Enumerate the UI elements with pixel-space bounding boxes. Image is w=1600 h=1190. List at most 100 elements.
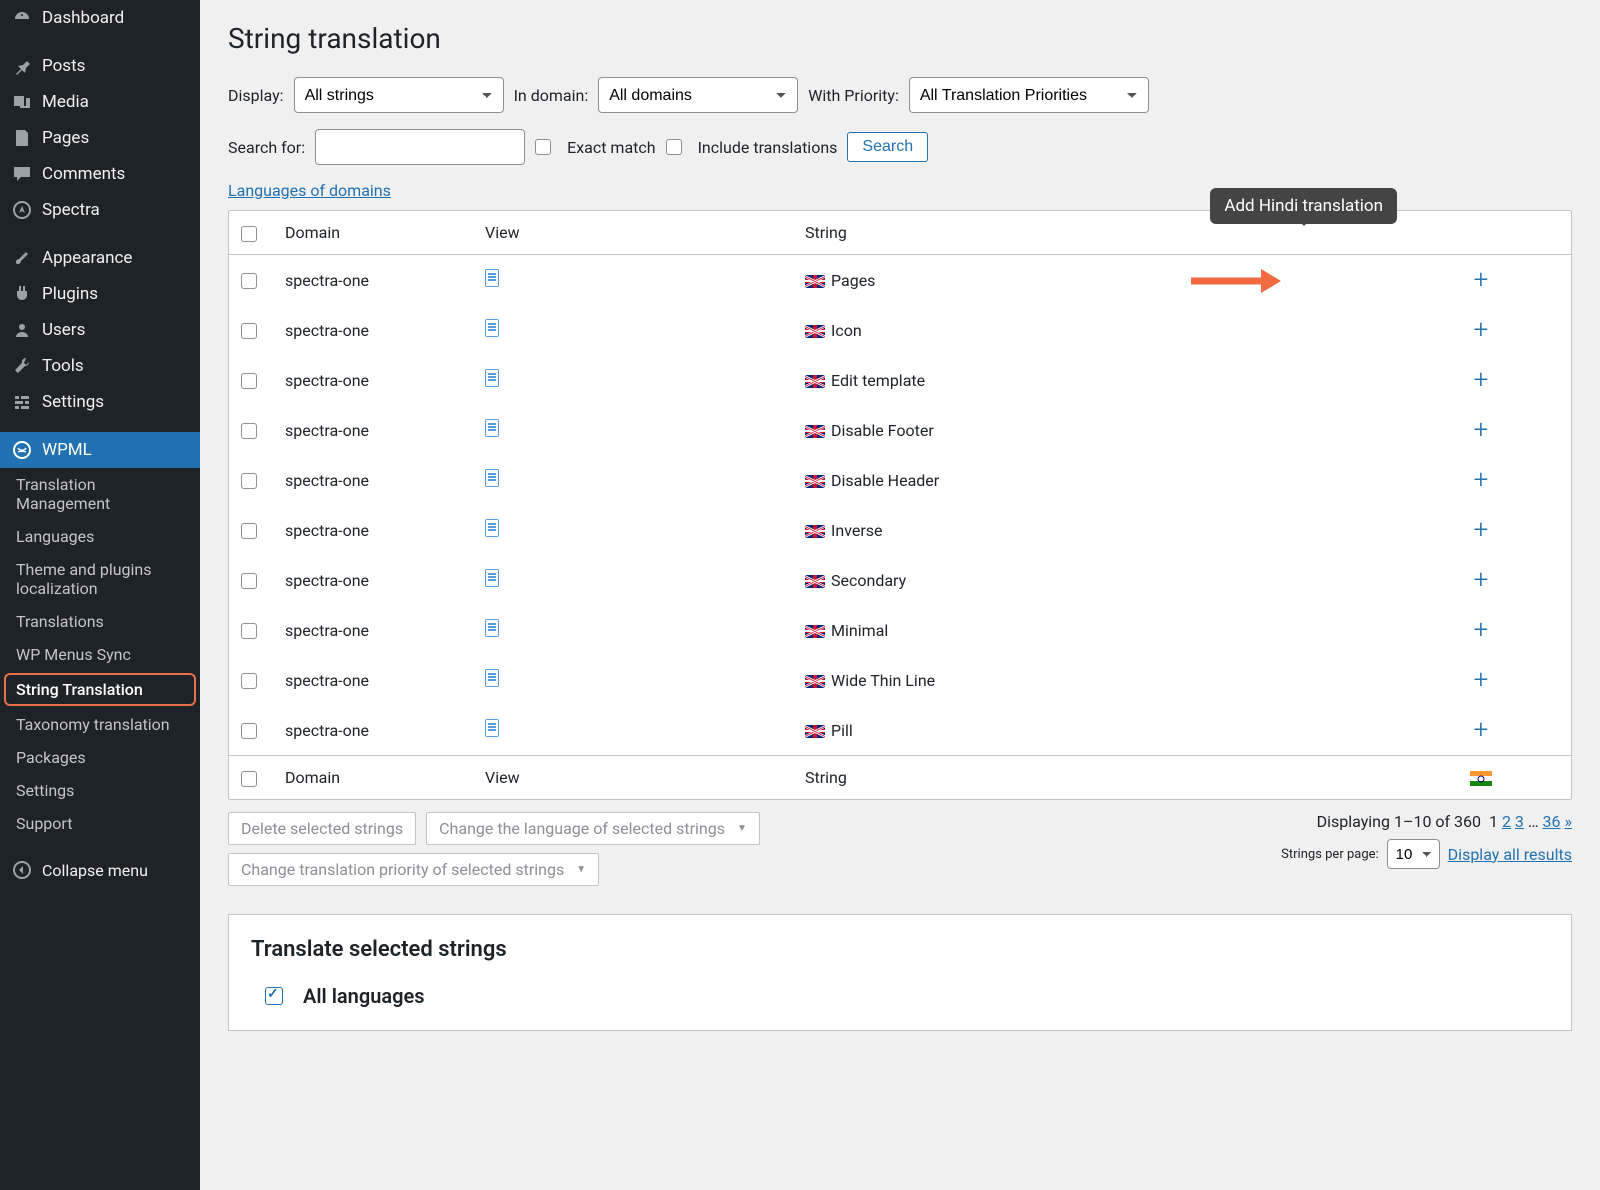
sidebar-item-label: Users: [42, 320, 85, 340]
sidebar-item-label: Collapse menu: [42, 861, 148, 880]
row-domain: spectra-one: [275, 255, 475, 306]
change-priority-select[interactable]: Change translation priority of selected …: [228, 853, 599, 886]
display-label: Display:: [228, 86, 284, 105]
pager-page-link[interactable]: 3: [1515, 812, 1524, 831]
view-doc-icon[interactable]: [485, 269, 499, 287]
sidebar-collapse[interactable]: Collapse menu: [0, 852, 200, 888]
row-string: Wide Thin Line: [795, 655, 1391, 705]
globe-icon: [12, 440, 32, 460]
pager-page-link[interactable]: »: [1565, 812, 1573, 831]
sidebar-subitem-settings[interactable]: Settings: [0, 774, 200, 807]
add-translation-button[interactable]: +: [1474, 667, 1489, 693]
sidebar-subitem-taxonomy-translation[interactable]: Taxonomy translation: [0, 708, 200, 741]
view-doc-icon[interactable]: [485, 319, 499, 337]
table-row: spectra-oneDisable Footer+: [229, 405, 1571, 455]
sidebar-item-label: Spectra: [42, 200, 100, 220]
sidebar-item-media[interactable]: Media: [0, 84, 200, 120]
languages-of-domains-link[interactable]: Languages of domains: [228, 181, 391, 200]
add-translation-button[interactable]: +: [1474, 617, 1489, 643]
view-doc-icon[interactable]: [485, 719, 499, 737]
exact-match-checkbox[interactable]: [535, 139, 551, 155]
row-checkbox[interactable]: [241, 573, 257, 589]
sidebar-subitem-translation-management[interactable]: Translation Management: [0, 468, 200, 520]
view-doc-icon[interactable]: [485, 569, 499, 587]
settings-icon: [12, 392, 32, 412]
col-view-footer[interactable]: View: [475, 756, 795, 800]
sidebar-subitem-translations[interactable]: Translations: [0, 605, 200, 638]
pager-page-link[interactable]: 36: [1543, 812, 1561, 831]
row-domain: spectra-one: [275, 405, 475, 455]
media-icon: [12, 92, 32, 112]
row-checkbox[interactable]: [241, 423, 257, 439]
table-row: spectra-onePill+: [229, 705, 1571, 756]
sidebar-subitem-theme-and-plugins-localization[interactable]: Theme and plugins localization: [0, 553, 200, 605]
view-doc-icon[interactable]: [485, 469, 499, 487]
row-checkbox[interactable]: [241, 323, 257, 339]
row-checkbox[interactable]: [241, 523, 257, 539]
display-all-link[interactable]: Display all results: [1448, 845, 1572, 864]
include-translations-checkbox[interactable]: [666, 139, 682, 155]
sidebar-item-settings[interactable]: Settings: [0, 384, 200, 420]
add-translation-button[interactable]: +: [1474, 367, 1489, 393]
add-translation-button[interactable]: +: [1474, 317, 1489, 343]
row-checkbox[interactable]: [241, 373, 257, 389]
add-translation-button[interactable]: +: [1474, 717, 1489, 743]
filter-row-1: Display: All strings In domain: All doma…: [228, 77, 1572, 113]
pager-page-link[interactable]: 2: [1502, 812, 1511, 831]
flag-uk-icon: [805, 525, 825, 538]
all-languages-checkbox[interactable]: [265, 987, 283, 1005]
per-page-select[interactable]: 10: [1387, 839, 1440, 869]
view-doc-icon[interactable]: [485, 419, 499, 437]
wrench-icon: [12, 356, 32, 376]
view-doc-icon[interactable]: [485, 369, 499, 387]
sidebar-item-label: Pages: [42, 128, 89, 148]
sidebar-item-spectra[interactable]: Spectra: [0, 192, 200, 228]
add-translation-button[interactable]: +: [1474, 517, 1489, 543]
row-checkbox[interactable]: [241, 623, 257, 639]
add-translation-button[interactable]: +: [1474, 467, 1489, 493]
sidebar-item-comments[interactable]: Comments: [0, 156, 200, 192]
select-all-checkbox[interactable]: [241, 226, 257, 242]
sidebar-item-users[interactable]: Users: [0, 312, 200, 348]
col-domain-footer[interactable]: Domain: [275, 756, 475, 800]
sidebar-subitem-packages[interactable]: Packages: [0, 741, 200, 774]
sidebar-item-pages[interactable]: Pages: [0, 120, 200, 156]
view-doc-icon[interactable]: [485, 619, 499, 637]
view-doc-icon[interactable]: [485, 669, 499, 687]
sidebar-subitem-wp-menus-sync[interactable]: WP Menus Sync: [0, 638, 200, 671]
search-input[interactable]: [315, 129, 525, 165]
flag-uk-icon: [805, 625, 825, 638]
row-domain: spectra-one: [275, 555, 475, 605]
sidebar-item-appearance[interactable]: Appearance: [0, 240, 200, 276]
sidebar-item-dashboard[interactable]: Dashboard: [0, 0, 200, 36]
row-checkbox[interactable]: [241, 723, 257, 739]
add-translation-button[interactable]: +: [1474, 267, 1489, 293]
view-doc-icon[interactable]: [485, 519, 499, 537]
sidebar-item-wpml[interactable]: WPML: [0, 432, 200, 468]
sidebar-subitem-languages[interactable]: Languages: [0, 520, 200, 553]
row-domain: spectra-one: [275, 305, 475, 355]
row-checkbox[interactable]: [241, 673, 257, 689]
row-checkbox[interactable]: [241, 273, 257, 289]
col-domain-header[interactable]: Domain: [275, 211, 475, 255]
col-string-footer[interactable]: String: [795, 756, 1391, 800]
display-select[interactable]: All strings: [294, 77, 504, 113]
sidebar-subitem-string-translation[interactable]: String Translation: [4, 673, 196, 706]
add-translation-button[interactable]: +: [1474, 567, 1489, 593]
search-button[interactable]: Search: [847, 132, 928, 162]
sidebar-subitem-support[interactable]: Support: [0, 807, 200, 840]
change-language-select[interactable]: Change the language of selected strings▼: [426, 812, 760, 845]
sidebar-item-tools[interactable]: Tools: [0, 348, 200, 384]
in-domain-select[interactable]: All domains: [598, 77, 798, 113]
add-translation-button[interactable]: +: [1474, 417, 1489, 443]
col-view-header[interactable]: View: [475, 211, 795, 255]
sidebar-item-label: Tools: [42, 356, 84, 376]
row-checkbox[interactable]: [241, 473, 257, 489]
select-all-checkbox-bottom[interactable]: [241, 771, 257, 787]
row-domain: spectra-one: [275, 605, 475, 655]
delete-strings-button[interactable]: Delete selected strings: [228, 812, 416, 845]
include-translations-label: Include translations: [698, 138, 838, 157]
priority-select[interactable]: All Translation Priorities: [909, 77, 1149, 113]
sidebar-item-plugins[interactable]: Plugins: [0, 276, 200, 312]
sidebar-item-posts[interactable]: Posts: [0, 48, 200, 84]
